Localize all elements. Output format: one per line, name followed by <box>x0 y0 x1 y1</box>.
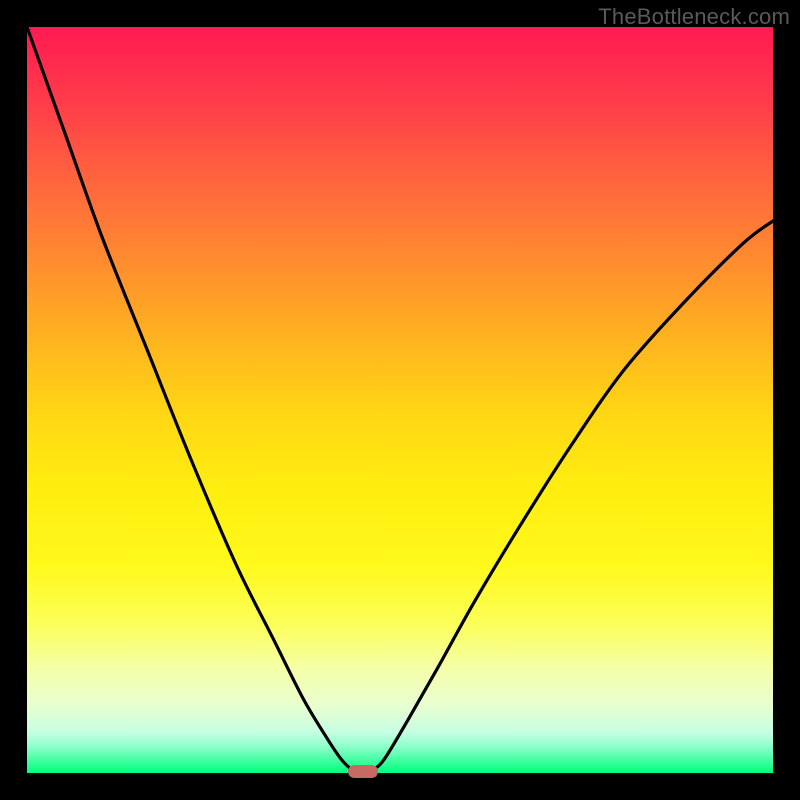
optimum-marker <box>348 765 378 778</box>
bottleneck-curve <box>27 27 773 773</box>
chart-frame: TheBottleneck.com <box>0 0 800 800</box>
curve-path <box>27 27 773 773</box>
plot-area <box>27 27 773 773</box>
watermark-text: TheBottleneck.com <box>598 4 790 30</box>
